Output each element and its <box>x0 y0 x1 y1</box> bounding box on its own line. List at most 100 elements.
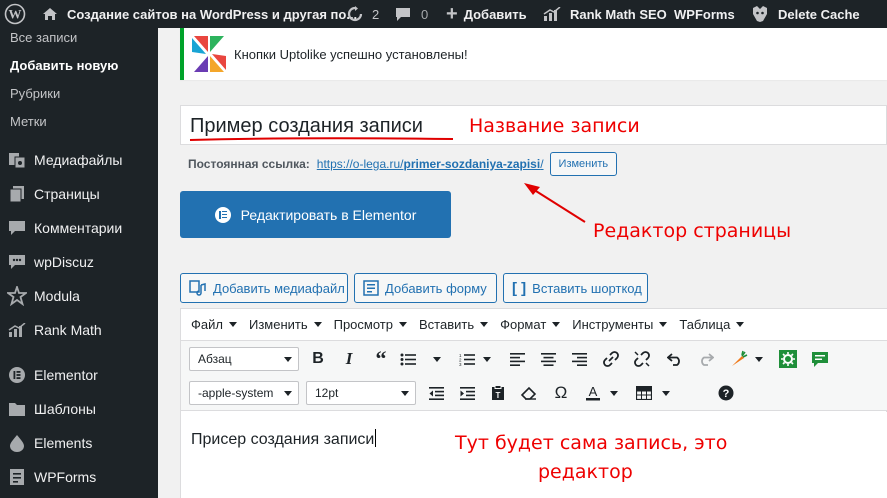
settings-gear-icon[interactable] <box>776 347 800 371</box>
success-notice: Кнопки Uptolike успешно установлены! <box>180 28 887 80</box>
editor-arrowhead-annotation <box>524 183 540 195</box>
content-annotation-line1: Тут будет сама запись, это <box>455 432 728 454</box>
svg-text:A: A <box>589 385 598 399</box>
insert-link-icon[interactable] <box>599 347 623 371</box>
help-question-icon[interactable]: ? <box>714 381 738 405</box>
editor-menubar: Файл Изменить Просмотр Вставить Формат И… <box>181 309 887 341</box>
paste-as-text-icon[interactable]: T <box>486 381 510 405</box>
menu-item-modula[interactable]: Modula <box>0 279 158 313</box>
menu-item-comments[interactable]: Комментарии <box>0 211 158 245</box>
menu-item-pages[interactable]: Страницы <box>0 177 158 211</box>
bold-icon[interactable]: B <box>306 347 330 371</box>
menu-item-wpdiscuz[interactable]: wpDiscuz <box>0 245 158 279</box>
outdent-icon[interactable] <box>424 381 448 405</box>
align-left-icon[interactable] <box>505 347 529 371</box>
updates-icon <box>346 6 364 22</box>
add-media-icon <box>189 280 207 296</box>
editor-toolbar: Абзац B I “ 123 -apple-system 12pt T Ω A… <box>181 341 887 411</box>
numbered-list-dropdown[interactable] <box>482 347 492 371</box>
menu-insert[interactable]: Вставить <box>419 317 489 332</box>
insert-shortcode-button[interactable]: [ ] Вставить шорткод <box>503 273 648 303</box>
bulleted-list-dropdown[interactable] <box>432 347 442 371</box>
admin-bar: W Создание сайтов на WordPress и другая … <box>0 0 887 28</box>
carrot-dropdown[interactable] <box>754 347 764 371</box>
site-name[interactable]: Создание сайтов на WordPress и другая по… <box>42 0 357 28</box>
menu-item-wpforms[interactable]: WPForms <box>0 460 158 494</box>
wpforms-icon <box>0 468 34 486</box>
menu-item-templates[interactable]: Шаблоны <box>0 392 158 426</box>
uptolike-logo-icon <box>190 34 228 79</box>
wpdiscuz-icon <box>0 254 34 270</box>
add-media-button[interactable]: Добавить медиафайл <box>180 273 348 303</box>
menu-view[interactable]: Просмотр <box>334 317 407 332</box>
title-annotation: Название записи <box>469 115 640 137</box>
plus-icon: + <box>446 3 458 25</box>
table-grid-icon[interactable] <box>632 381 656 405</box>
text-color-dropdown[interactable] <box>609 381 619 405</box>
unlink-icon[interactable] <box>630 347 654 371</box>
new-content-item[interactable]: + Добавить <box>446 0 527 28</box>
rankmath-chart-icon <box>543 7 561 21</box>
align-right-icon[interactable] <box>567 347 591 371</box>
permalink-link[interactable]: https://o-lega.ru/primer-sozdaniya-zapis… <box>317 157 544 171</box>
elementor-button-label: Редактировать в Elementor <box>240 206 417 223</box>
comments-icon <box>0 220 34 236</box>
svg-text:W: W <box>9 7 22 22</box>
format-select[interactable]: Абзац <box>189 347 299 371</box>
undo-icon[interactable] <box>663 347 687 371</box>
rankmath-item[interactable]: Rank Math SEO <box>543 0 667 28</box>
clear-formatting-eraser-icon[interactable] <box>517 381 541 405</box>
redo-icon[interactable] <box>694 347 718 371</box>
carrot-icon[interactable] <box>727 347 751 371</box>
rankmath-icon <box>0 323 34 337</box>
shortcode-brackets-icon: [ ] <box>512 279 527 297</box>
elementor-icon <box>0 366 34 384</box>
align-center-icon[interactable] <box>536 347 560 371</box>
permalink-edit-button[interactable]: Изменить <box>549 152 618 176</box>
wordpress-logo-icon[interactable]: W <box>4 0 26 28</box>
menu-table[interactable]: Таблица <box>679 317 745 332</box>
font-size-select[interactable]: 12pt <box>306 381 416 405</box>
editor-content-area[interactable]: Присер создания записи <box>181 412 887 498</box>
text-cursor <box>375 429 377 447</box>
bulleted-list-icon[interactable] <box>396 347 420 371</box>
permalink-row: Постоянная ссылка: https://o-lega.ru/pri… <box>188 152 618 176</box>
media-icon <box>0 151 34 169</box>
post-title-text: Пример создания записи <box>190 115 423 137</box>
submenu-all-posts[interactable]: Все записи <box>10 30 77 45</box>
menu-item-elements[interactable]: Elements <box>0 426 158 460</box>
text-color-icon[interactable]: A <box>581 381 605 405</box>
updates-item[interactable]: 2 <box>346 0 379 28</box>
svg-text:?: ? <box>723 388 730 400</box>
numbered-list-icon[interactable]: 123 <box>455 347 479 371</box>
menu-format[interactable]: Формат <box>500 317 561 332</box>
indent-icon[interactable] <box>455 381 479 405</box>
classic-editor: Файл Изменить Просмотр Вставить Формат И… <box>180 308 887 498</box>
add-form-button[interactable]: Добавить форму <box>354 273 497 303</box>
notice-message: Кнопки Uptolike успешно установлены! <box>234 47 468 62</box>
menu-file[interactable]: Файл <box>191 317 237 332</box>
svg-text:T: T <box>496 391 501 400</box>
edit-with-elementor-button[interactable]: Редактировать в Elementor <box>180 191 451 238</box>
blockquote-icon[interactable]: “ <box>369 346 393 371</box>
font-family-select[interactable]: -apple-system <box>189 381 299 405</box>
menu-item-rankmath[interactable]: Rank Math <box>0 313 158 347</box>
menu-tools[interactable]: Инструменты <box>572 317 668 332</box>
wpforms-item[interactable]: WPForms <box>674 0 735 28</box>
submenu-categories[interactable]: Рубрики <box>10 86 60 101</box>
italic-icon[interactable]: I <box>337 347 361 371</box>
delete-cache-item[interactable]: Delete Cache <box>750 0 860 28</box>
table-dropdown[interactable] <box>661 381 671 405</box>
submenu-tags[interactable]: Метки <box>10 114 47 129</box>
chat-bubble-icon[interactable] <box>808 347 832 371</box>
modula-icon <box>0 286 34 306</box>
templates-icon <box>0 401 34 417</box>
menu-item-elementor[interactable]: Elementor <box>0 358 158 392</box>
menu-item-media[interactable]: Медиафайлы <box>0 143 158 177</box>
submenu-add-new[interactable]: Добавить новую <box>10 58 118 73</box>
comments-item[interactable]: 0 <box>395 0 428 28</box>
form-icon <box>363 280 379 296</box>
new-label: Добавить <box>463 6 527 22</box>
special-character-omega-icon[interactable]: Ω <box>549 381 573 405</box>
menu-edit[interactable]: Изменить <box>249 317 322 332</box>
